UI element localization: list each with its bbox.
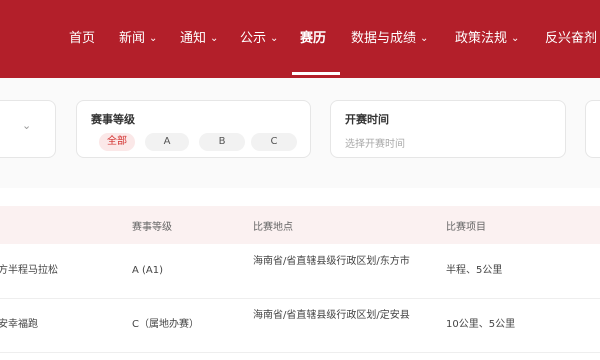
- event-location: 海南省/省直辖县级行政区划/东方市: [253, 256, 410, 267]
- table-header: 赛事等级 比赛地点 比赛项目: [0, 206, 600, 244]
- chip-all[interactable]: 全部: [99, 133, 135, 151]
- event-name[interactable]: 安幸福跑: [0, 317, 38, 333]
- active-tab-indicator: [292, 72, 340, 75]
- event-location: 海南省/省直辖县级行政区划/定安县: [253, 310, 410, 321]
- main-nav: 首页 新闻 ⌄ 通知 ⌄ 公示 ⌄ 赛历 数据与成绩 ⌄ 政策法规 ⌄ 反兴奋剂: [0, 0, 600, 78]
- column-header-level: 赛事等级: [132, 222, 172, 233]
- nav-item-anti-doping[interactable]: 反兴奋剂: [545, 29, 597, 49]
- nav-item-home[interactable]: 首页: [69, 29, 95, 49]
- filter-box-cropped[interactable]: [585, 100, 600, 158]
- event-level: C（属地办赛）: [132, 319, 199, 330]
- level-filter-title: 赛事等级: [91, 113, 135, 126]
- chevron-down-icon: ⌄: [420, 33, 429, 44]
- filter-panel: ⌄ 赛事等级 全部 A B C 开赛时间 选择开赛时间: [0, 78, 600, 188]
- nav-label: 政策法规: [455, 31, 508, 46]
- nav-item-news[interactable]: 新闻 ⌄: [119, 29, 157, 49]
- nav-item-data-results[interactable]: 数据与成绩 ⌄: [351, 29, 428, 49]
- nav-item-announcements[interactable]: 公示 ⌄: [240, 29, 278, 49]
- column-header-location: 比赛地点: [253, 222, 293, 233]
- chevron-down-icon: ⌄: [210, 33, 219, 44]
- nav-label: 新闻: [119, 31, 146, 46]
- event-items: 10公里、5公里: [446, 319, 516, 330]
- chevron-down-icon: ⌄: [149, 33, 158, 44]
- event-items: 半程、5公里: [446, 265, 503, 276]
- date-picker-placeholder[interactable]: 选择开赛时间: [345, 135, 405, 150]
- table-row[interactable]: 安幸福跑 C（属地办赛） 海南省/省直辖县级行政区划/定安县 10公里、5公里: [0, 298, 600, 353]
- select-dropdown[interactable]: ⌄: [0, 100, 56, 158]
- chip-b[interactable]: B: [199, 133, 245, 151]
- date-filter[interactable]: 开赛时间 选择开赛时间: [330, 100, 566, 158]
- nav-item-notices[interactable]: 通知 ⌄: [180, 29, 218, 49]
- table-row[interactable]: 方半程马拉松 A (A1) 海南省/省直辖县级行政区划/东方市 半程、5公里: [0, 244, 600, 299]
- chevron-down-icon: ⌄: [22, 119, 32, 132]
- top-nav-bar: 首页 新闻 ⌄ 通知 ⌄ 公示 ⌄ 赛历 数据与成绩 ⌄ 政策法规 ⌄ 反兴奋剂: [0, 0, 600, 78]
- nav-label: 通知: [180, 31, 207, 46]
- date-filter-title: 开赛时间: [345, 113, 389, 126]
- nav-label: 数据与成绩: [351, 31, 417, 46]
- chevron-down-icon: ⌄: [511, 33, 520, 44]
- nav-item-calendar[interactable]: 赛历: [300, 29, 326, 49]
- chevron-down-icon: ⌄: [270, 33, 279, 44]
- nav-label: 赛历: [300, 31, 327, 46]
- level-filter: 赛事等级 全部 A B C: [76, 100, 311, 158]
- chip-a[interactable]: A: [145, 133, 189, 151]
- column-header-events: 比赛项目: [446, 222, 486, 233]
- nav-label: 反兴奋剂: [545, 31, 598, 46]
- chip-c[interactable]: C: [251, 133, 297, 151]
- event-level: A (A1): [132, 265, 164, 276]
- nav-label: 首页: [69, 31, 96, 46]
- nav-label: 公示: [240, 31, 267, 46]
- event-name[interactable]: 方半程马拉松: [0, 263, 58, 279]
- nav-item-policies[interactable]: 政策法规 ⌄: [455, 29, 519, 49]
